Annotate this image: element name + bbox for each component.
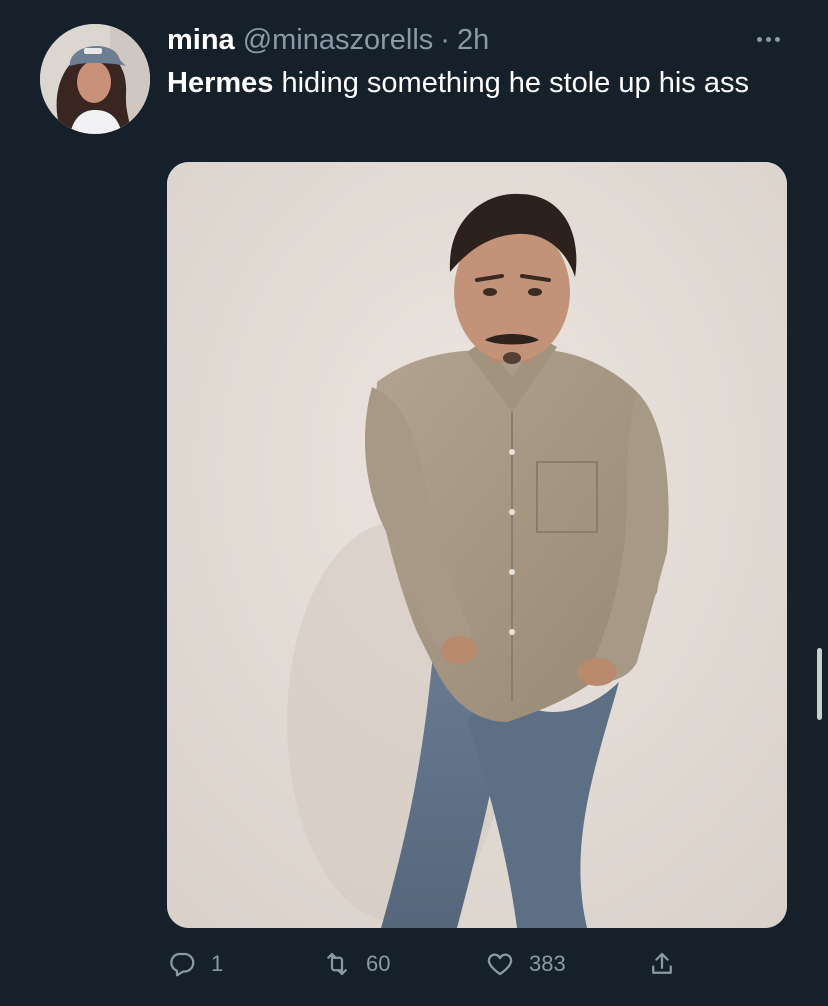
scrollbar[interactable] <box>817 648 822 720</box>
timestamp[interactable]: 2h <box>457 24 489 57</box>
retweet-button[interactable]: 60 <box>322 944 390 984</box>
more-dot-icon <box>765 36 771 42</box>
like-count: 383 <box>529 951 566 976</box>
retweet-icon <box>327 952 347 976</box>
tweet-text-bold: Hermes <box>167 67 274 99</box>
share-icon <box>652 952 672 974</box>
retweet-count: 60 <box>366 951 391 976</box>
tweet-photo[interactable] <box>167 162 787 928</box>
reply-button[interactable]: 1 <box>167 944 223 984</box>
display-name[interactable]: mina <box>167 24 235 57</box>
tweet-text: Hermes hiding something he stole up his … <box>167 62 777 104</box>
avatar[interactable] <box>40 24 150 134</box>
more-options-button[interactable] <box>748 26 788 52</box>
tweet-text-body: hiding something he stole up his ass <box>273 67 749 99</box>
more-dot-icon <box>756 36 762 42</box>
tweet-actions: 1 60 383 <box>167 944 787 984</box>
reply-count: 1 <box>211 951 224 976</box>
tweet[interactable]: mina @minaszorells · 2h Hermes hiding so… <box>0 0 828 1006</box>
reply-icon <box>170 952 195 977</box>
heart-icon <box>487 953 513 976</box>
tweet-header: mina @minaszorells · 2h <box>167 20 489 60</box>
avatar-image <box>40 24 150 134</box>
more-dot-icon <box>774 36 780 42</box>
like-button[interactable]: 383 <box>485 944 566 984</box>
user-handle[interactable]: @minaszorells <box>243 24 434 57</box>
photo-image <box>167 162 787 928</box>
separator-dot: · <box>440 23 450 56</box>
share-button[interactable] <box>647 944 677 984</box>
